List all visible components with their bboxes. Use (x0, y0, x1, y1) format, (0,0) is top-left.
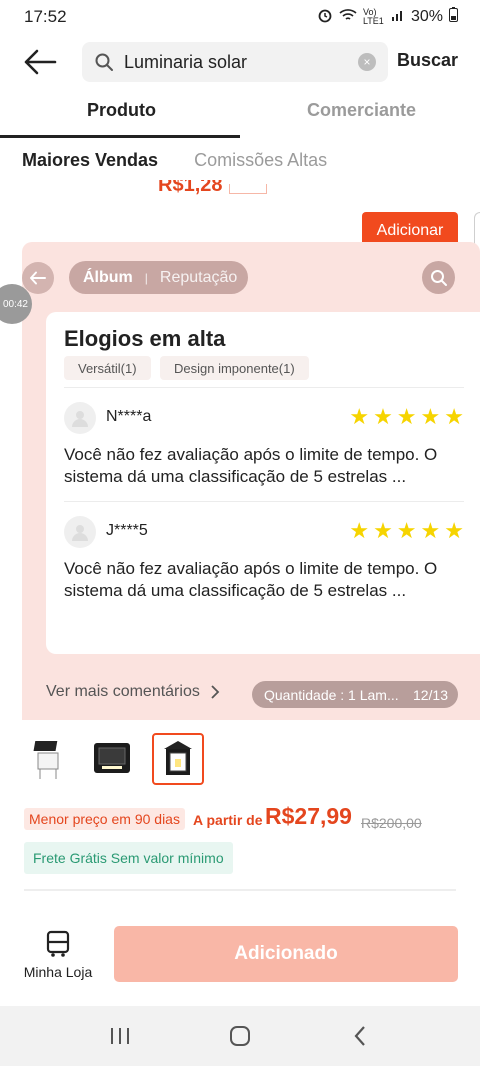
divider (64, 387, 464, 388)
active-tab-indicator (0, 135, 240, 138)
praise-tag[interactable]: Versátil(1) (64, 356, 151, 380)
signal-icon (391, 8, 405, 27)
recent-apps-icon (111, 1028, 129, 1044)
wifi-icon (339, 8, 357, 27)
background-price: R$1,28 (158, 180, 223, 196)
star-icon: ★ (373, 404, 393, 429)
star-icon: ★ (349, 404, 370, 429)
star-icon: ★ (420, 518, 441, 543)
card-title: Elogios em alta (64, 326, 226, 351)
bottom-action-bar: Minha Loja Adicionado (0, 908, 480, 1006)
battery-icon (449, 7, 458, 27)
variant-thumbnail-selected[interactable] (152, 733, 204, 785)
subtab-maiores-vendas[interactable]: Maiores Vendas (22, 150, 158, 171)
star-icon: ★ (373, 518, 393, 543)
tab-produto[interactable]: Produto (87, 100, 156, 121)
status-bar: 17:52 Vo) LTE1 30% (0, 0, 480, 34)
tab-comerciante[interactable]: Comerciante (307, 100, 416, 121)
back-button[interactable] (20, 46, 60, 78)
my-store-label: Minha Loja (23, 964, 93, 980)
variant-counter: Quantidade : 1 Lam... 12/13 (252, 681, 458, 708)
see-more-comments-link[interactable]: Ver mais comentários (46, 683, 220, 701)
search-bar: Luminaria solar × Buscar (0, 40, 480, 84)
user-icon (72, 411, 88, 427)
home-button[interactable] (220, 1016, 260, 1056)
product-price: R$27,99 (265, 803, 352, 829)
divider (64, 501, 464, 502)
home-icon (230, 1026, 250, 1046)
review-item: N****a ★ ★ ★ ★ ★ Você não fez avaliação … (64, 402, 464, 502)
main-tabs: Produto Comerciante (0, 92, 480, 138)
tab-album[interactable]: Álbum (83, 269, 133, 287)
variant-thumbnail[interactable] (24, 735, 72, 783)
my-store-button[interactable]: Minha Loja (22, 930, 94, 980)
chevron-left-icon (354, 1026, 365, 1046)
solar-lamp-image (164, 741, 192, 775)
search-button[interactable]: Buscar (397, 50, 458, 71)
star-icon: ★ (420, 404, 441, 429)
star-icon: ★ (444, 404, 464, 429)
reviews-card: Elogios em alta Versátil(1) Design impon… (46, 312, 480, 654)
star-icon: ★ (444, 518, 464, 543)
divider (24, 889, 456, 891)
sort-tabs: Maiores Vendas Comissões Altas (22, 150, 327, 171)
reviewer-name: N****a (106, 408, 152, 425)
original-price: R$200,00 (361, 815, 422, 831)
lowest-price-badge: Menor preço em 90 dias (24, 808, 185, 830)
battery-percent: 30% (410, 8, 443, 25)
review-text: Você não fez avaliação após o limite de … (64, 445, 438, 486)
review-text: Você não fez avaliação após o limite de … (64, 559, 438, 600)
recent-apps-button[interactable] (100, 1016, 140, 1056)
album-reputation-toggle: Álbum | Reputação (69, 261, 248, 294)
overlay-search-button[interactable] (422, 261, 455, 294)
background-badge (229, 184, 267, 194)
overlay-back-button[interactable] (22, 262, 54, 294)
free-shipping-badge: Frete Grátis Sem valor mínimo (24, 842, 233, 874)
star-icon: ★ (396, 518, 417, 543)
system-back-button[interactable] (340, 1016, 380, 1056)
clear-icon[interactable]: × (358, 53, 376, 71)
solar-lamp-image (94, 743, 130, 773)
status-time: 17:52 (24, 7, 67, 26)
alarm-icon (317, 7, 333, 28)
star-icon: ★ (349, 518, 370, 543)
avatar (64, 402, 96, 434)
avatar (64, 516, 96, 548)
user-icon (72, 525, 88, 541)
praise-tag[interactable]: Design imponente(1) (160, 356, 309, 380)
arrow-left-icon (30, 271, 46, 285)
variant-quantity: Quantidade : 1 Lam... (264, 686, 399, 703)
added-button[interactable]: Adicionado (114, 926, 458, 982)
network-label: Vo) LTE1 (362, 7, 384, 26)
search-query: Luminaria solar (124, 51, 248, 72)
star-rating: ★ ★ ★ ★ ★ (349, 406, 464, 428)
variant-thumbnails (24, 733, 204, 785)
system-nav-bar (0, 1006, 480, 1066)
search-input[interactable]: Luminaria solar × (82, 42, 388, 82)
store-icon (46, 930, 70, 957)
review-item: J****5 ★ ★ ★ ★ ★ Você não fez avaliação … (64, 516, 464, 616)
arrow-left-icon (24, 49, 57, 75)
see-more-label: Ver mais comentários (46, 683, 200, 700)
from-label: A partir de (193, 812, 263, 828)
reviewer-name: J****5 (106, 522, 148, 539)
variant-thumbnail[interactable] (88, 735, 136, 783)
solar-lamp-image (33, 741, 59, 779)
chevron-right-icon (211, 685, 220, 699)
status-icons: Vo) LTE1 30% (317, 7, 458, 28)
star-icon: ★ (396, 404, 417, 429)
search-icon (430, 269, 447, 286)
image-page-counter: 12/13 (412, 686, 448, 703)
tab-reputacao[interactable]: Reputação (160, 269, 237, 287)
search-icon (95, 53, 113, 71)
subtab-comissoes-altas[interactable]: Comissões Altas (194, 150, 327, 171)
toggle-divider: | (144, 270, 148, 285)
star-rating: ★ ★ ★ ★ ★ (349, 520, 464, 542)
